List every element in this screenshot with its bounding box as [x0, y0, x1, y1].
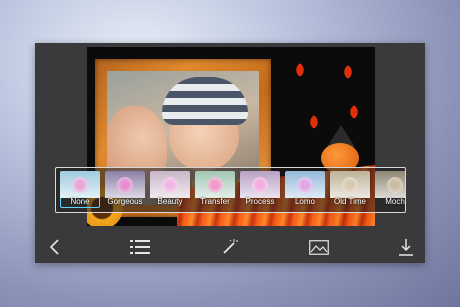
filter-thumbnail [240, 171, 280, 198]
filter-option[interactable]: Lomo [285, 171, 325, 208]
flower-icon [342, 177, 358, 193]
flower-icon [162, 177, 178, 193]
filter-thumbnail [195, 171, 235, 198]
filter-label: Gorgeous [107, 197, 143, 206]
flower-icon [297, 177, 313, 193]
filter-option[interactable]: Old Time [330, 171, 370, 208]
filter-label: Old Time [333, 197, 366, 206]
flower-icon [207, 177, 223, 193]
flower-icon [117, 177, 133, 193]
filter-thumbnail [60, 171, 100, 198]
falling-leaf [306, 114, 322, 130]
filter-label: Beauty [157, 197, 183, 206]
filter-option[interactable]: Transfer [195, 171, 235, 208]
image-icon[interactable] [299, 231, 339, 263]
filter-thumbnail [150, 171, 190, 198]
filter-label: Transfer [200, 197, 230, 206]
filter-option[interactable]: Beauty [150, 171, 190, 208]
list-icon[interactable] [120, 231, 160, 263]
editor-panel: None Gorgeous Beauty Transfer Process Lomo Old… [35, 43, 425, 263]
filter-label: Process [245, 197, 275, 206]
filter-thumbnail [330, 171, 370, 198]
filter-thumbnail [105, 171, 145, 198]
filter-thumbnail [375, 171, 405, 198]
falling-leaf [346, 104, 362, 120]
download-icon[interactable] [386, 231, 426, 263]
filter-option[interactable]: None [60, 171, 100, 208]
flower-icon [72, 177, 88, 193]
striped-hat [162, 77, 248, 125]
back-chevron-icon[interactable] [35, 231, 75, 263]
flower-icon [252, 177, 268, 193]
filter-label: Lomo [294, 197, 315, 206]
falling-leaf [340, 64, 356, 80]
falling-leaf [292, 62, 308, 78]
filter-option[interactable]: Gorgeous [105, 171, 145, 208]
flower-icon [387, 177, 403, 193]
filter-option[interactable]: Process [240, 171, 280, 208]
filter-strip[interactable]: None Gorgeous Beauty Transfer Process Lomo Old… [55, 167, 406, 213]
filter-label: Moch [385, 197, 405, 206]
filter-thumbnail [285, 171, 325, 198]
filter-label: None [70, 197, 90, 206]
bottom-toolbar [35, 231, 425, 263]
magic-wand-icon[interactable] [210, 231, 250, 263]
filter-option[interactable]: Moch [375, 171, 405, 208]
